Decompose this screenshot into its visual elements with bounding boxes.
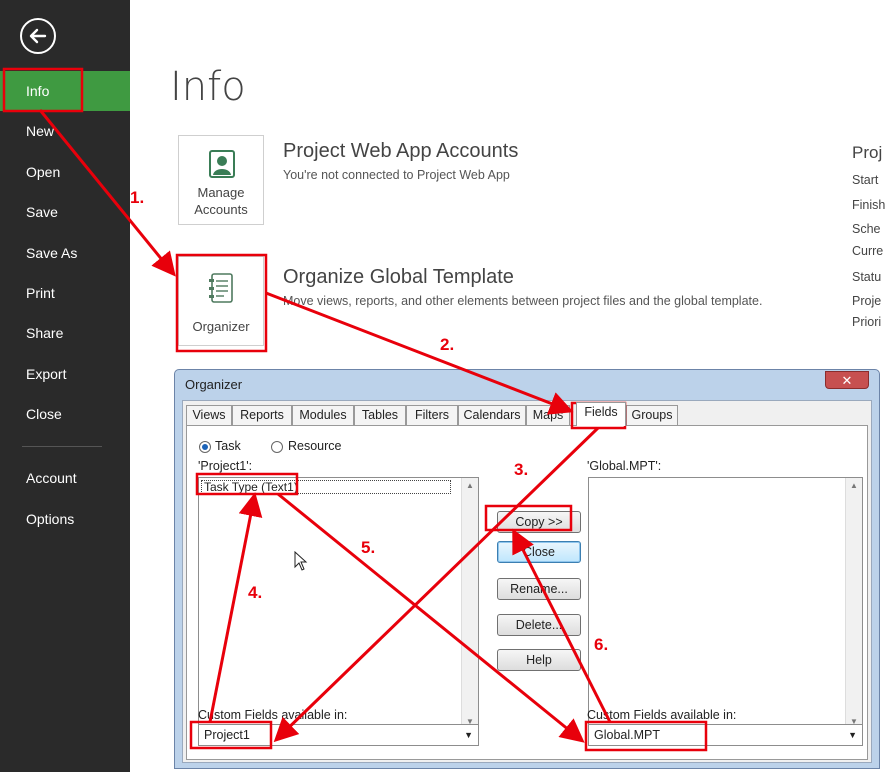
page-title: Info [170, 64, 246, 110]
tab-fields[interactable]: Fields [576, 402, 626, 426]
right-combo-value: Global.MPT [594, 728, 660, 742]
nav-options[interactable]: Options [0, 499, 130, 539]
scroll-up-icon[interactable]: ▲ [846, 478, 862, 494]
organizer-dialog: Organizer ✕ Views Reports Modules Tables… [174, 369, 880, 769]
tab-maps[interactable]: Maps [526, 405, 570, 425]
manage-accounts-label-1: Manage [197, 185, 245, 200]
left-list-label: 'Project1': [198, 459, 253, 473]
step-label-1: 1. [130, 188, 145, 207]
step-label-5: 5. [361, 538, 376, 557]
nav-new[interactable]: New [0, 111, 130, 151]
left-source-combo[interactable]: Project1 ▼ [198, 724, 479, 746]
tab-modules[interactable]: Modules [292, 405, 354, 425]
organizer-section-title: Organize Global Template [283, 266, 514, 288]
nav-export[interactable]: Export [0, 354, 130, 394]
dialog-body: Views Reports Modules Tables Filters Cal… [182, 400, 872, 763]
dialog-title: Organizer [185, 377, 243, 392]
right-list-label: 'Global.MPT': [587, 459, 662, 473]
tab-groups[interactable]: Groups [626, 405, 678, 425]
organizer-button[interactable]: Organizer [178, 256, 264, 346]
mouse-cursor-icon [294, 551, 308, 571]
nav-info[interactable]: Info [0, 71, 130, 111]
tab-views[interactable]: Views [186, 405, 232, 425]
resource-radio[interactable] [271, 441, 283, 453]
organizer-section-desc: Move views, reports, and other elements … [283, 294, 763, 308]
left-combo-value: Project1 [204, 728, 250, 742]
list-item[interactable]: Task Type (Text1) [201, 480, 451, 494]
manage-accounts-button[interactable]: Manage Accounts [178, 135, 264, 225]
nav-divider [22, 446, 102, 447]
property-finish: Finish [852, 198, 885, 212]
property-project: Proje [852, 294, 882, 308]
right-available-label: Custom Fields available in: [587, 708, 737, 722]
tab-tables[interactable]: Tables [354, 405, 406, 425]
manage-accounts-label-2: Accounts [194, 202, 248, 217]
nav-account[interactable]: Account [0, 458, 130, 498]
account-card-icon [209, 150, 235, 178]
organizer-notebook-icon [209, 273, 233, 303]
accounts-section-desc: You're not connected to Project Web App [283, 168, 510, 182]
right-source-combo[interactable]: Global.MPT ▼ [588, 724, 863, 746]
task-radio-label: Task [215, 439, 241, 453]
step-label-4: 4. [248, 583, 263, 602]
property-start: Start [852, 173, 879, 187]
step-label-3: 3. [514, 460, 529, 479]
global-mpt-fields-list[interactable]: ▲ ▼ [588, 477, 863, 731]
tab-calendars[interactable]: Calendars [458, 405, 526, 425]
project1-fields-list[interactable]: Task Type (Text1) ▲ ▼ [198, 477, 479, 731]
property-schedule: Sche [852, 222, 881, 236]
step-label-2: 2. [440, 335, 455, 354]
nav-print[interactable]: Print [0, 273, 130, 313]
property-status: Statu [852, 270, 882, 284]
nav-close[interactable]: Close [0, 394, 130, 434]
property-priority: Priori [852, 315, 882, 329]
task-radio[interactable] [199, 441, 211, 453]
nav-save-as[interactable]: Save As [0, 233, 130, 273]
back-arrow-icon [29, 28, 47, 44]
tab-filters[interactable]: Filters [406, 405, 458, 425]
left-available-label: Custom Fields available in: [198, 708, 348, 722]
dialog-close-button[interactable]: ✕ [825, 371, 869, 389]
nav-share[interactable]: Share [0, 313, 130, 353]
step-label-6: 6. [594, 635, 609, 654]
delete-button[interactable]: Delete... [497, 614, 581, 636]
organizer-button-label: Organizer [192, 319, 250, 334]
project-properties-heading: Proj [852, 143, 883, 162]
chevron-down-icon[interactable]: ▼ [848, 725, 857, 745]
nav-open[interactable]: Open [0, 152, 130, 192]
backstage-sidebar: Info New Open Save Save As Print Share E… [0, 0, 130, 772]
resource-radio-label: Resource [288, 439, 342, 453]
accounts-section-title: Project Web App Accounts [283, 140, 519, 162]
chevron-down-icon[interactable]: ▼ [464, 725, 473, 745]
help-button[interactable]: Help [497, 649, 581, 671]
close-icon: ✕ [841, 373, 853, 388]
back-button[interactable] [20, 18, 56, 54]
scroll-up-icon[interactable]: ▲ [462, 478, 478, 494]
right-list-scrollbar[interactable]: ▲ ▼ [845, 478, 862, 730]
property-current: Curre [852, 244, 884, 258]
nav-save[interactable]: Save [0, 192, 130, 232]
rename-button[interactable]: Rename... [497, 578, 581, 600]
tab-reports[interactable]: Reports [232, 405, 292, 425]
left-list-scrollbar[interactable]: ▲ ▼ [461, 478, 478, 730]
copy-button[interactable]: Copy >> [497, 511, 581, 533]
close-button[interactable]: Close [497, 541, 581, 563]
